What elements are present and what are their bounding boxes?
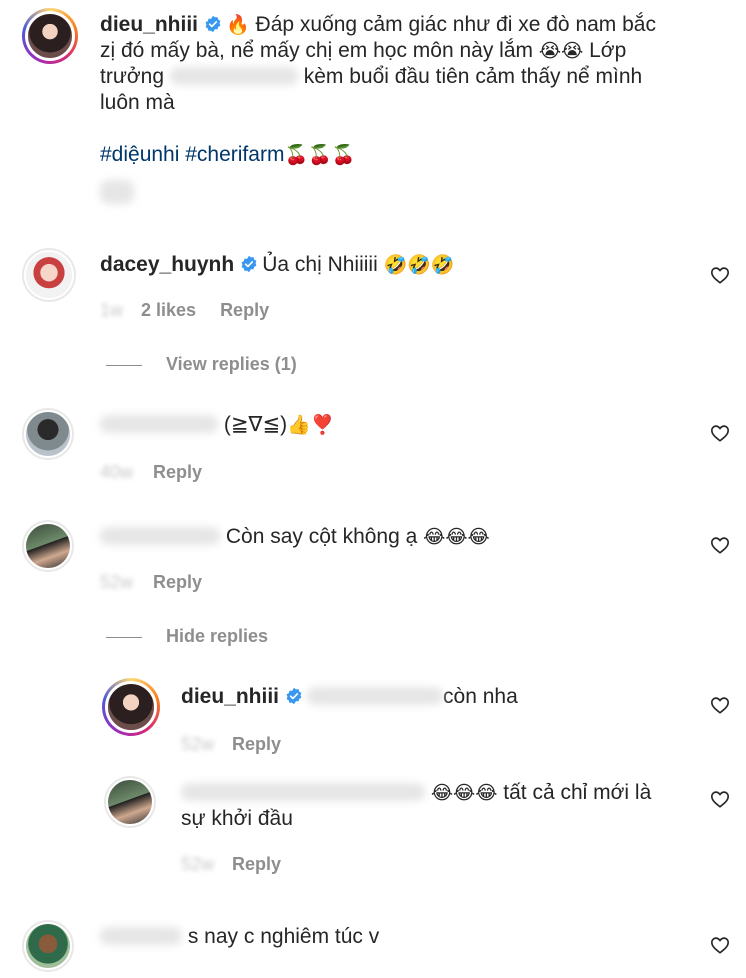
reply-button[interactable]: Reply [153, 572, 202, 592]
joy-emoji: 😂😂😂 [423, 526, 490, 548]
blurred-username [100, 927, 182, 945]
likes-count[interactable]: 2 likes [141, 300, 196, 320]
comment-body: s nay c nghiêm túc v [187, 925, 380, 948]
caption-line2: zị đó mấy bà, nể mấy chị em học môn này … [100, 39, 534, 62]
comment-body: Ủa chị Nhiiiii [262, 253, 378, 276]
reply-body: còn nha [443, 685, 518, 708]
comment-text: s nay c nghiêm túc v [100, 924, 379, 950]
blurred-username [100, 415, 218, 433]
heart-icon[interactable] [710, 696, 730, 714]
avatar[interactable] [22, 520, 74, 572]
reply-button[interactable]: Reply [153, 462, 202, 482]
thread-line [106, 636, 142, 638]
avatar-photo [108, 684, 154, 730]
avatar[interactable] [22, 248, 76, 302]
cry-emoji: 😭😭 [538, 40, 584, 62]
blurred-username-mention [181, 783, 425, 801]
reply-line2: sự khởi đầu [181, 807, 293, 830]
reply-item: dieu_nhiii còn nha 52w Reply [0, 670, 746, 770]
comment-body: (≧∇≦) [223, 413, 288, 436]
avatar[interactable] [22, 920, 74, 972]
time-blurred: 52w [181, 734, 215, 754]
reply-username[interactable]: dieu_nhiii [181, 685, 279, 708]
time-blurred: 52w [100, 572, 134, 592]
joy-emoji: 😂😂😂 [430, 782, 498, 804]
view-replies-toggle[interactable]: View replies (1) [106, 354, 297, 375]
comment-meta: 40w Reply [100, 462, 202, 483]
caption-line2b: Lớp [589, 39, 627, 62]
avatar-photo [26, 524, 70, 568]
avatar[interactable] [102, 678, 160, 736]
avatar[interactable] [22, 8, 78, 64]
fire-emoji: 🔥 [226, 14, 250, 36]
reply-line1: tất cả chỉ mới là [503, 781, 652, 804]
comment-item: (≧∇≦)👍❣️ 40w Reply [0, 400, 746, 500]
reply-meta: 52w Reply [181, 734, 281, 755]
comment-text: Còn say cột không ạ 😂😂😂 [100, 524, 490, 550]
avatar[interactable] [22, 408, 74, 460]
thread-label: View replies (1) [166, 354, 297, 374]
reply-text: dieu_nhiii còn nha [181, 684, 518, 710]
comment-item: s nay c nghiêm túc v [0, 912, 746, 978]
reply-text: 😂😂😂 tất cả chỉ mới là sự khởi đầu [181, 780, 681, 832]
caption-username[interactable]: dieu_nhiii [100, 13, 198, 36]
time-blurred: 52w [181, 854, 215, 874]
avatar-photo [26, 412, 70, 456]
caption-text: dieu_nhiii 🔥 Đáp xuống cảm giác như đi xe… [100, 12, 700, 116]
laugh-emoji: 🤣🤣🤣 [383, 254, 455, 276]
blurred-mention [169, 67, 298, 85]
heart-icon[interactable] [710, 790, 730, 808]
comment-meta: 52w Reply [100, 572, 202, 593]
avatar-photo [108, 780, 152, 824]
avatar-photo [26, 252, 72, 298]
reply-item: 😂😂😂 tất cả chỉ mới là sự khởi đầu 52w Rep… [0, 770, 746, 890]
reply-meta: 52w Reply [181, 854, 281, 875]
reply-button[interactable]: Reply [232, 854, 281, 874]
comment-meta: 1w 2 likes Reply [100, 300, 269, 321]
caption-line4: luôn mà [100, 91, 175, 114]
caption-line3b: kèm buổi đầu tiên cảm thấy nể mình [303, 65, 643, 88]
heart-icon[interactable] [710, 536, 730, 554]
caption-hashtags-row: #diệunhi #cherifarm🍒🍒🍒 [100, 142, 355, 168]
cherry-emoji: 🍒🍒🍒 [284, 144, 356, 166]
caption-line3a: trưởng [100, 65, 165, 88]
verified-badge-icon [241, 255, 257, 273]
caption-time-blurred [100, 180, 134, 204]
comment-text: (≧∇≦)👍❣️ [100, 412, 334, 438]
heart-icon[interactable] [710, 936, 730, 954]
heart-icon[interactable] [710, 424, 730, 442]
hide-replies-toggle[interactable]: Hide replies [106, 626, 268, 647]
caption-line1: Đáp xuống cảm giác như đi xe đò nam bắc [255, 13, 656, 36]
avatar[interactable] [104, 776, 156, 828]
thread-label: Hide replies [166, 626, 269, 646]
heart-icon[interactable] [710, 266, 730, 284]
comment-item: dacey_huynh Ủa chị Nhiiiii 🤣🤣🤣 1w 2 likes R… [0, 240, 746, 380]
verified-badge-icon [286, 687, 302, 705]
thumbs-emoji: 👍❣️ [287, 414, 335, 436]
time-blurred: 40w [100, 462, 134, 482]
time-blurred: 1w [100, 300, 124, 320]
reply-button[interactable]: Reply [220, 300, 269, 320]
blurred-username [100, 527, 220, 545]
comment-text: dacey_huynh Ủa chị Nhiiiii 🤣🤣🤣 [100, 252, 455, 278]
comment-body: Còn say cột không ạ [225, 525, 418, 548]
thread-line [106, 364, 142, 366]
blurred-mention [307, 687, 444, 705]
verified-badge-icon [205, 15, 221, 33]
comment-username[interactable]: dacey_huynh [100, 253, 234, 276]
hashtags[interactable]: #diệunhi #cherifarm [100, 143, 284, 166]
avatar-photo [28, 14, 72, 58]
reply-button[interactable]: Reply [232, 734, 281, 754]
avatar-photo [26, 924, 70, 968]
comment-item: Còn say cột không ạ 😂😂😂 52w Reply Hide re… [0, 512, 746, 652]
caption: dieu_nhiii 🔥 Đáp xuống cảm giác như đi xe… [0, 0, 746, 230]
